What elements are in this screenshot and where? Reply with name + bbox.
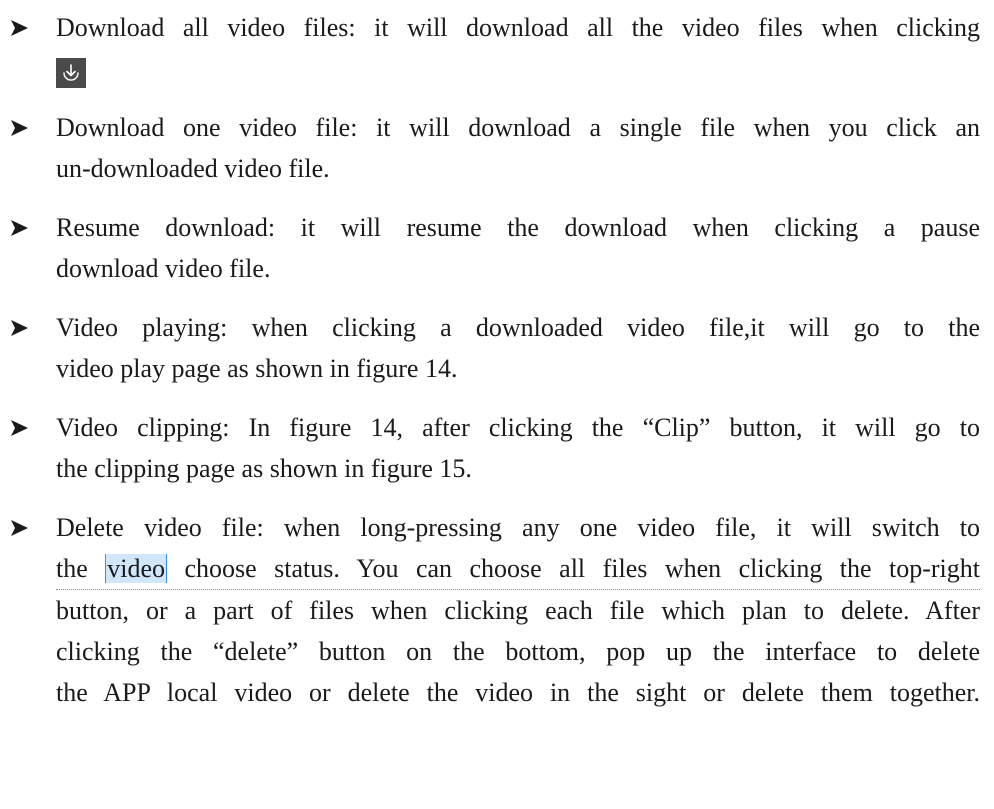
arrow-bullet-icon [10, 107, 32, 148]
selected-text[interactable]: video [105, 554, 167, 583]
download-arrow-icon[interactable] [56, 58, 86, 89]
list-item-text: clicking the “delete” button on the bott… [56, 637, 980, 666]
arrow-bullet-icon [10, 507, 32, 548]
list-item-text: Download one video file: it will downloa… [56, 113, 980, 142]
list-item-text: un-downloaded video file. [56, 154, 330, 183]
arrow-bullet-icon [10, 307, 32, 348]
list-item: Download one video file: it will downloa… [0, 107, 994, 189]
list-item-text: download video file. [56, 254, 271, 283]
list-item-text: Delete video file: when long-pressing an… [56, 513, 980, 542]
list-item-text: the clipping page as shown in figure 15. [56, 454, 472, 483]
list-item-text: Download all video files: it will downlo… [56, 13, 980, 42]
list-item-text: the APP local video or delete the video … [56, 678, 980, 707]
list-item: Resume download: it will resume the down… [0, 207, 994, 289]
list-item: Delete video file: when long-pressing an… [0, 507, 994, 713]
arrow-bullet-icon [10, 207, 32, 248]
arrow-bullet-icon [10, 407, 32, 448]
list-item-text: Video clipping: In figure 14, after clic… [56, 413, 980, 442]
list-item-text: Video playing: when clicking a downloade… [56, 313, 980, 342]
list-item-text-line: the video choose status. You can choose … [56, 548, 980, 590]
arrow-bullet-icon [10, 7, 32, 48]
list-item-text: video play page as shown in figure 14. [56, 354, 458, 383]
list-item: Download all video files: it will downlo… [0, 7, 994, 89]
list-item: Video clipping: In figure 14, after clic… [0, 407, 994, 489]
list-item-text: button, or a part of files when clicking… [56, 596, 980, 625]
list-item: Video playing: when clicking a downloade… [0, 307, 994, 389]
document-body: Download all video files: it will downlo… [0, 0, 994, 731]
list-item-text: Resume download: it will resume the down… [56, 213, 980, 242]
